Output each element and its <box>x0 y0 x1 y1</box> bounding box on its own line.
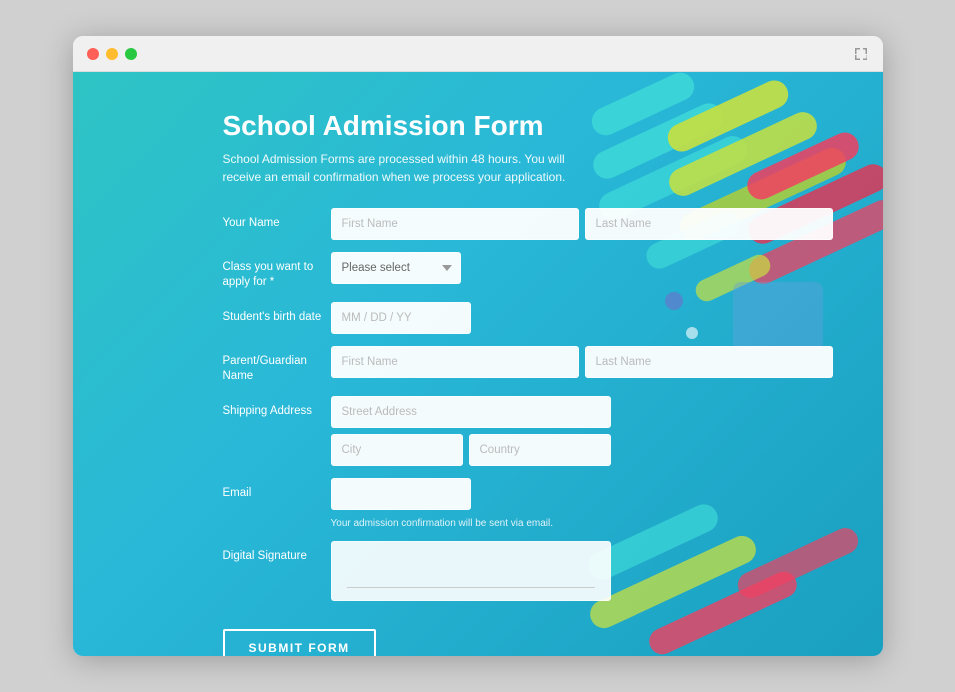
class-row: Class you want to apply for * Please sel… <box>223 252 833 290</box>
class-label: Class you want to apply for * <box>223 252 323 290</box>
birth-date-label: Student's birth date <box>223 302 323 325</box>
city-country-row <box>331 434 833 466</box>
shipping-fields <box>331 396 833 466</box>
email-input[interactable] <box>331 478 471 510</box>
birth-date-fields <box>331 302 833 334</box>
shipping-label: Shipping Address <box>223 396 323 419</box>
signature-row: Digital Signature <box>223 541 833 601</box>
email-fields: Your admission confirmation will be sent… <box>331 478 833 529</box>
email-label: Email <box>223 478 323 501</box>
submit-button[interactable]: SUBMIT FORM <box>223 629 376 656</box>
shipping-row: Shipping Address <box>223 396 833 466</box>
your-name-row: Your Name <box>223 208 833 240</box>
class-fields: Please select Class 1 Class 2 Class 3 Cl… <box>331 252 833 284</box>
city-input[interactable] <box>331 434 463 466</box>
maximize-dot[interactable] <box>125 48 137 60</box>
your-name-fields <box>331 208 833 240</box>
form-content: School Admission Form School Admission F… <box>73 72 883 656</box>
form-subtitle: School Admission Forms are processed wit… <box>223 150 603 186</box>
class-select[interactable]: Please select Class 1 Class 2 Class 3 Cl… <box>331 252 461 284</box>
birth-date-input[interactable] <box>331 302 471 334</box>
signature-label: Digital Signature <box>223 541 323 564</box>
email-row: Email Your admission confirmation will b… <box>223 478 833 529</box>
minimize-dot[interactable] <box>106 48 118 60</box>
signature-box[interactable] <box>331 541 611 601</box>
app-window: School Admission Form School Admission F… <box>73 36 883 656</box>
guardian-label: Parent/Guardian Name <box>223 346 323 384</box>
form-title: School Admission Form <box>223 110 833 142</box>
signature-line <box>347 587 595 588</box>
close-dot[interactable] <box>87 48 99 60</box>
guardian-fields <box>331 346 833 378</box>
country-input[interactable] <box>469 434 611 466</box>
titlebar <box>73 36 883 72</box>
your-name-label: Your Name <box>223 208 323 231</box>
first-name-input[interactable] <box>331 208 579 240</box>
guardian-row: Parent/Guardian Name <box>223 346 833 384</box>
email-hint: Your admission confirmation will be sent… <box>331 518 833 529</box>
guardian-first-name-input[interactable] <box>331 346 579 378</box>
signature-fields <box>331 541 833 601</box>
form-body: School Admission Form School Admission F… <box>223 110 833 656</box>
birth-date-row: Student's birth date <box>223 302 833 334</box>
guardian-input-row <box>331 346 833 378</box>
expand-icon[interactable] <box>853 46 869 62</box>
your-name-input-row <box>331 208 833 240</box>
guardian-last-name-input[interactable] <box>585 346 833 378</box>
street-input[interactable] <box>331 396 611 428</box>
last-name-input[interactable] <box>585 208 833 240</box>
